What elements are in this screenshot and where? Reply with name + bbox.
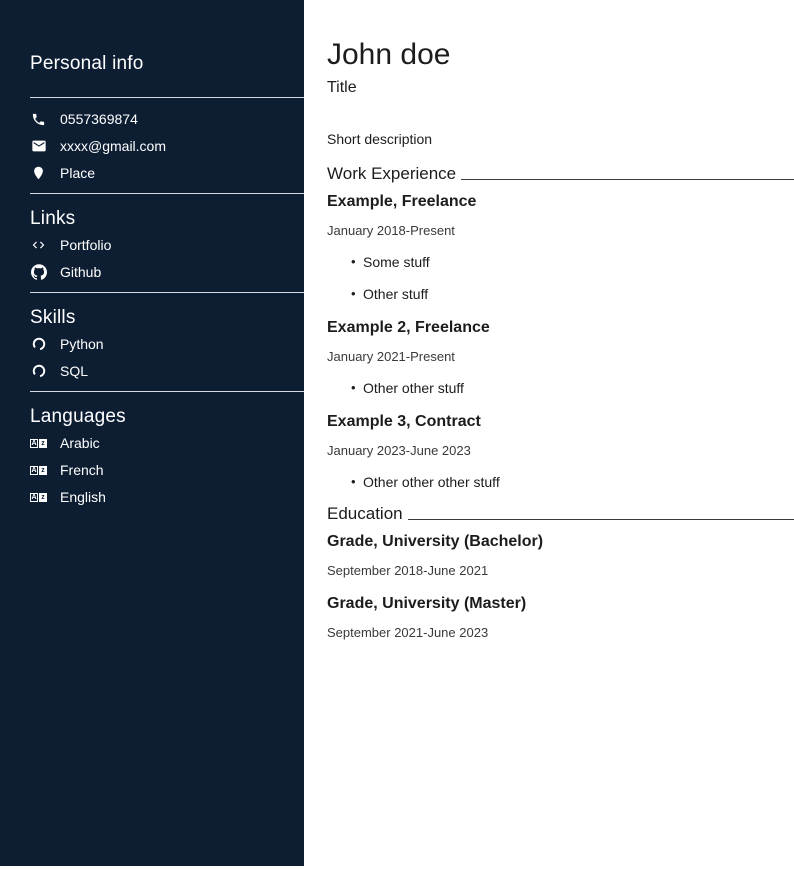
entry-role: Example, Freelance — [327, 193, 794, 211]
links-items: Portfolio Github — [0, 237, 304, 280]
entry-bullets: Other other stuff — [327, 380, 794, 396]
code-icon — [30, 237, 47, 253]
bullet-item: Other stuff — [351, 286, 794, 302]
skill-python: Python — [30, 336, 304, 352]
place-value: Place — [60, 165, 95, 181]
entry-period: September 2021-June 2023 — [327, 625, 794, 640]
skills-items: Python SQL — [0, 336, 304, 379]
bullet-item: Other other stuff — [351, 380, 794, 396]
language-icon-left: A — [30, 439, 38, 448]
skill-sql: SQL — [30, 363, 304, 379]
entry-role: Example 3, Contract — [327, 413, 794, 431]
contact-email[interactable]: xxxx@gmail.com — [30, 138, 304, 154]
work-entry: Example, Freelance January 2018-Present … — [327, 193, 794, 302]
entry-role: Example 2, Freelance — [327, 319, 794, 337]
email-icon — [30, 138, 47, 154]
sidebar-section-title-skills: Skills — [30, 307, 274, 329]
person-title: Title — [327, 78, 794, 97]
entry-role: Grade, University (Master) — [327, 595, 794, 613]
entry-period: January 2018-Present — [327, 223, 794, 238]
contact-place: Place — [30, 165, 304, 181]
language-icon: A z — [30, 462, 47, 478]
github-icon — [30, 264, 47, 280]
circle-notch-icon — [30, 336, 47, 352]
sidebar-section-title-links: Links — [30, 208, 274, 230]
bullet-item: Other other other stuff — [351, 474, 794, 490]
language-icon-right: z — [39, 466, 47, 475]
language-icon-left: A — [30, 493, 38, 502]
bullet-item: Some stuff — [351, 254, 794, 270]
sidebar-section-title-languages: Languages — [30, 406, 274, 428]
sidebar-divider — [30, 97, 304, 98]
entry-period: January 2021-Present — [327, 349, 794, 364]
circle-notch-icon — [30, 363, 47, 379]
entry-period: September 2018-June 2021 — [327, 563, 794, 578]
resume-main: John doe Title Short description Work Ex… — [304, 0, 794, 869]
entry-bullets: Some stuff Other stuff — [327, 254, 794, 302]
personal-info-items: 0557369874 xxxx@gmail.com Place — [0, 111, 304, 181]
language-icon-right: z — [39, 439, 47, 448]
entry-role: Grade, University (Bachelor) — [327, 533, 794, 551]
language-label: Arabic — [60, 435, 100, 451]
link-github[interactable]: Github — [30, 264, 304, 280]
language-english: A z English — [30, 489, 304, 505]
portfolio-label: Portfolio — [60, 237, 111, 253]
language-icon: A z — [30, 435, 47, 451]
section-heading: Work Experience — [327, 164, 456, 184]
contact-phone: 0557369874 — [30, 111, 304, 127]
section-heading: Education — [327, 504, 403, 524]
location-icon — [30, 165, 47, 181]
sidebar-section-title-personal-info: Personal info — [30, 53, 274, 75]
language-icon-right: z — [39, 493, 47, 502]
work-entry: Example 2, Freelance January 2021-Presen… — [327, 319, 794, 396]
section-heading-rule — [461, 179, 794, 180]
section-education: Education Grade, University (Bachelor) S… — [327, 504, 794, 640]
sidebar-divider — [30, 292, 304, 293]
section-heading-rule — [408, 519, 794, 520]
person-name: John doe — [327, 38, 794, 72]
phone-icon — [30, 111, 47, 127]
work-entry: Example 3, Contract January 2023-June 20… — [327, 413, 794, 490]
section-heading-row: Education — [327, 504, 794, 524]
github-label: Github — [60, 264, 101, 280]
language-icon: A z — [30, 489, 47, 505]
entry-bullets: Other other other stuff — [327, 474, 794, 490]
language-label: French — [60, 462, 104, 478]
skill-label: SQL — [60, 363, 88, 379]
section-heading-row: Work Experience — [327, 164, 794, 184]
section-work-experience: Work Experience Example, Freelance Janua… — [327, 164, 794, 490]
education-entry: Grade, University (Master) September 202… — [327, 595, 794, 640]
skill-label: Python — [60, 336, 104, 352]
education-entry: Grade, University (Bachelor) September 2… — [327, 533, 794, 578]
sidebar: Personal info 0557369874 xxxx@gmail.com … — [0, 0, 304, 866]
entry-period: January 2023-June 2023 — [327, 443, 794, 458]
sidebar-divider — [30, 391, 304, 392]
short-description: Short description — [327, 131, 794, 147]
sidebar-divider — [30, 193, 304, 194]
phone-value: 0557369874 — [60, 111, 138, 127]
language-icon-left: A — [30, 466, 38, 475]
language-arabic: A z Arabic — [30, 435, 304, 451]
languages-items: A z Arabic A z French A z Englis — [0, 435, 304, 505]
email-value: xxxx@gmail.com — [60, 138, 166, 154]
language-french: A z French — [30, 462, 304, 478]
link-portfolio[interactable]: Portfolio — [30, 237, 304, 253]
language-label: English — [60, 489, 106, 505]
